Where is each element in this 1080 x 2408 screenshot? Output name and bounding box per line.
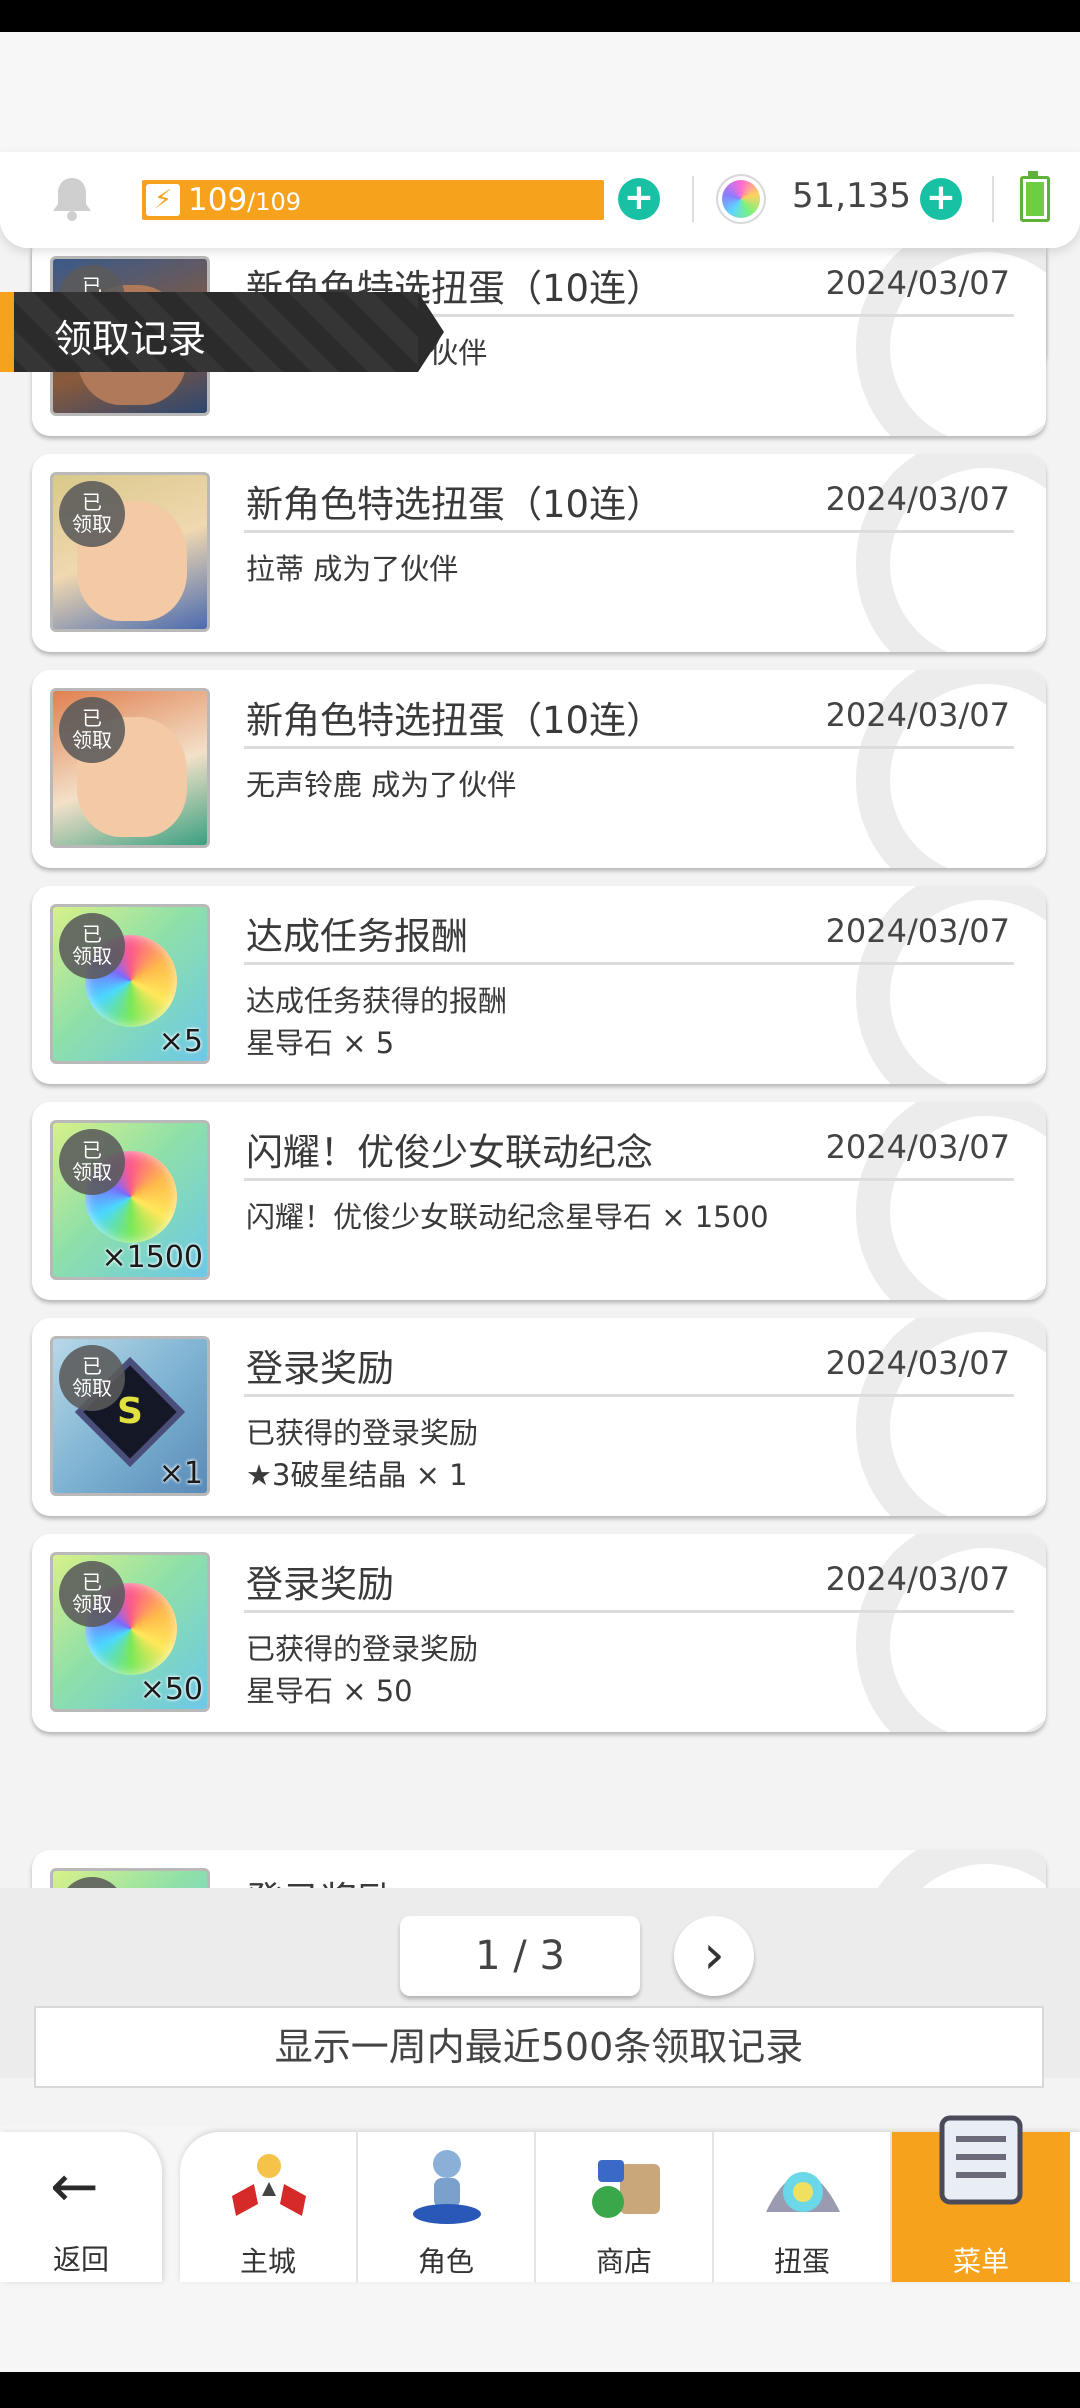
section-banner: 领取记录	[0, 292, 444, 372]
claimed-badge: 已领取	[59, 913, 125, 979]
record-title: 新角色特选扭蛋（10连）	[246, 699, 664, 742]
section-title: 领取记录	[54, 317, 207, 361]
record-title: 登录奖励	[246, 1347, 394, 1390]
tab-label: 商店	[595, 2245, 652, 2278]
chevron-right-icon: ›	[703, 1923, 725, 1986]
add-gem-button[interactable]: +	[920, 178, 962, 220]
claimed-badge: 已领取	[59, 481, 125, 547]
stamina-current: 109	[188, 182, 248, 218]
record-date: 2024/03/07	[825, 912, 1010, 950]
record-desc: 闪耀！优俊少女联动纪念星导石 × 1500	[246, 1200, 769, 1234]
record-thumbnail: ×50 已领取	[50, 1552, 210, 1712]
record-title: 新角色特选扭蛋（10连）	[246, 483, 664, 526]
record-desc: 已获得的登录奖励 星导石 × 50	[246, 1632, 479, 1708]
resource-header: ⚡ 109/109 + 51,135 +	[0, 152, 1080, 248]
record-card: ×1500 已领取 闪耀！优俊少女联动纪念 2024/03/07 闪耀！优俊少女…	[32, 1102, 1046, 1300]
nav-tabs: 主城 角色 商店 扭蛋 菜单	[180, 2115, 1080, 2282]
divider	[244, 1610, 1014, 1613]
record-title: 闪耀！优俊少女联动纪念	[246, 1131, 653, 1174]
menu-list-icon	[939, 2115, 1023, 2205]
record-desc: 无声铃鹿 成为了伙伴	[246, 768, 517, 802]
tab-menu[interactable]: 菜单	[892, 2115, 1070, 2282]
system-nav-bar	[0, 2372, 1080, 2408]
claimed-badge: 已领取	[59, 1561, 125, 1627]
castle-icon	[232, 2154, 306, 2216]
claimed-badge: 已领取	[59, 1129, 125, 1195]
record-title: 达成任务报酬	[246, 915, 468, 958]
tab-gacha[interactable]: 扭蛋	[714, 2132, 892, 2282]
page-indicator: 1 / 3	[400, 1916, 640, 1996]
tab-main-city[interactable]: 主城	[180, 2132, 358, 2282]
record-thumbnail: 已领取	[50, 472, 210, 632]
bell-icon[interactable]	[50, 174, 94, 222]
record-list[interactable]: 已领取 新角色特选扭蛋（10连） 2024/03/07 瓦尔塔 成为了伙伴 已领…	[0, 248, 1080, 1888]
info-text: 显示一周内最近500条领取记录	[34, 2006, 1044, 2088]
claimed-badge: 已领取	[59, 697, 125, 763]
record-thumbnail: 已领取	[50, 688, 210, 848]
record-card: 登录奖励	[32, 1850, 1046, 1888]
record-card: ×1 已领取 登录奖励 2024/03/07 已获得的登录奖励★3破星结晶 × …	[32, 1318, 1046, 1516]
add-stamina-button[interactable]: +	[618, 178, 660, 220]
divider	[244, 530, 1014, 533]
tab-shop[interactable]: 商店	[536, 2132, 714, 2282]
divider	[244, 1394, 1014, 1397]
record-desc: 已获得的登录奖励 ★3破星结晶 × 1	[246, 1416, 479, 1492]
back-label: 返回	[52, 2243, 109, 2276]
record-date: 2024/03/07	[825, 1560, 1010, 1598]
record-desc: 拉蒂 成为了伙伴	[246, 552, 459, 586]
divider	[244, 1178, 1014, 1181]
stamina-max: /109	[247, 188, 302, 216]
divider	[244, 746, 1014, 749]
next-page-button[interactable]: ›	[674, 1916, 754, 1996]
record-date: 2024/03/07	[825, 1344, 1010, 1382]
divider	[692, 176, 694, 222]
record-title: 登录奖励	[246, 1563, 394, 1606]
record-card: 已领取 新角色特选扭蛋（10连） 2024/03/07 拉蒂 成为了伙伴	[32, 454, 1046, 652]
tab-label: 扭蛋	[773, 2245, 830, 2278]
record-card: 已领取 新角色特选扭蛋（10连） 2024/03/07 无声铃鹿 成为了伙伴	[32, 670, 1046, 868]
record-thumbnail: ×1 已领取	[50, 1336, 210, 1496]
record-thumbnail: ×5 已领取	[50, 904, 210, 1064]
shop-bag-icon	[592, 2160, 660, 2218]
stamina-value: 109/109	[188, 182, 301, 218]
item-quantity: ×50	[139, 1672, 203, 1707]
lightning-icon: ⚡	[146, 184, 180, 216]
record-desc: 达成任务获得的报酬 星导石 × 5	[246, 984, 508, 1060]
tab-label: 菜单	[952, 2245, 1009, 2278]
tab-characters[interactable]: 角色	[358, 2132, 536, 2282]
claimed-badge	[59, 1877, 125, 1888]
item-quantity: ×1500	[101, 1240, 203, 1275]
divider	[244, 962, 1014, 965]
banner-stripe	[0, 292, 14, 372]
item-quantity: ×1	[158, 1456, 203, 1491]
record-card: ×50 已领取 登录奖励 2024/03/07 已获得的登录奖励 星导石 × 50	[32, 1534, 1046, 1732]
tab-label: 角色	[417, 2245, 474, 2278]
arrow-left-icon: ←	[50, 2152, 99, 2220]
item-quantity: ×5	[158, 1024, 203, 1059]
record-date: 2024/03/07	[825, 480, 1010, 518]
record-date: 2024/03/07	[825, 264, 1010, 302]
top-spacer	[0, 32, 1080, 152]
character-icon	[413, 2150, 481, 2224]
tab-label: 主城	[239, 2245, 296, 2278]
record-title: 登录奖励	[246, 1870, 394, 1888]
record-thumbnail: ×1500 已领取	[50, 1120, 210, 1280]
record-date: 2024/03/07	[825, 1128, 1010, 1166]
gem-count: 51,135	[792, 176, 911, 216]
stamina-bar: ⚡ 109/109	[142, 180, 604, 220]
record-card: ×5 已领取 达成任务报酬 2024/03/07 达成任务获得的报酬 星导石 × …	[32, 886, 1046, 1084]
back-button[interactable]: ← 返回	[0, 2132, 162, 2282]
star-stone-icon	[718, 176, 764, 222]
divider	[992, 176, 994, 222]
gacha-icon	[766, 2172, 840, 2212]
emblem-watermark	[856, 1850, 1046, 1888]
banner-chevron	[418, 292, 444, 372]
battery-icon	[1020, 171, 1050, 222]
record-thumbnail	[50, 1868, 210, 1888]
claimed-badge: 已领取	[59, 1345, 125, 1411]
system-status-bar	[0, 0, 1080, 32]
record-date: 2024/03/07	[825, 696, 1010, 734]
